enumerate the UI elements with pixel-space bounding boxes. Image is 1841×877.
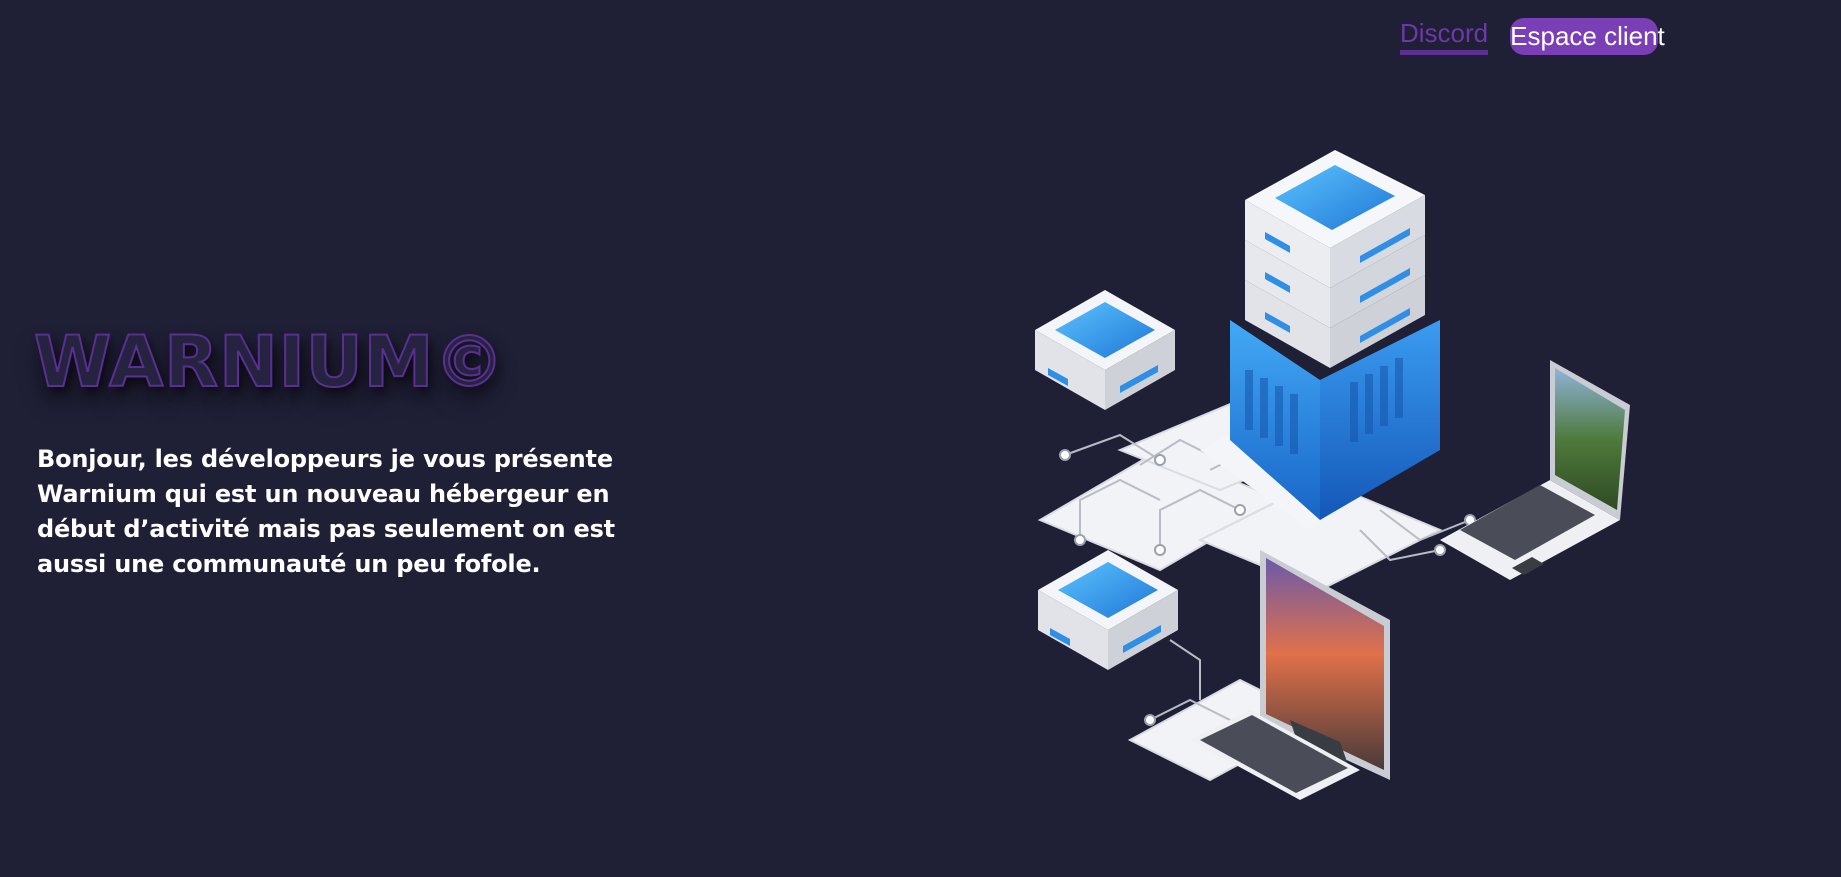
main-server-tower — [1200, 150, 1440, 530]
intro-paragraph: Bonjour, les développeurs je vous présen… — [37, 445, 615, 578]
laptop-right — [1440, 360, 1630, 580]
brand-title: WARNIUM© — [33, 320, 506, 404]
server-network-illustration — [1035, 150, 1630, 800]
client-area-button[interactable]: Espace client — [1510, 18, 1665, 55]
top-navigation: Discord Espace client — [1400, 18, 1665, 55]
discord-link[interactable]: Discord — [1400, 18, 1489, 55]
small-server-upper — [1035, 290, 1175, 410]
